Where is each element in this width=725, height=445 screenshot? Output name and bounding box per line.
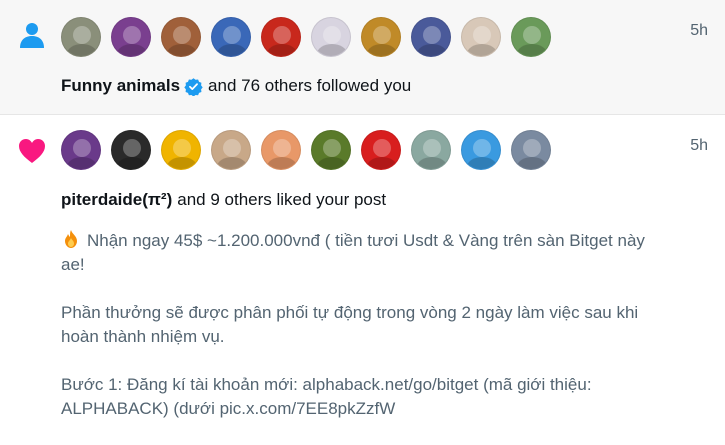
post-paragraph: Bước 1: Đăng kí tài khoản mới: alphaback…	[61, 373, 671, 421]
avatar[interactable]	[511, 130, 551, 170]
timestamp: 5h	[690, 22, 708, 39]
avatar[interactable]	[211, 17, 251, 57]
person-icon	[20, 23, 44, 48]
post-text-line: Nhận ngay 45$ ~1.200.000vnđ ( tiền tươi …	[61, 231, 645, 274]
avatar[interactable]	[361, 130, 401, 170]
notification-summary: piterdaide(π²) and 9 others liked your p…	[61, 190, 386, 210]
actor-name[interactable]: Funny animals	[61, 76, 180, 96]
avatar[interactable]	[511, 17, 551, 57]
avatar[interactable]	[411, 130, 451, 170]
notification-action-text: and 76 others followed you	[208, 76, 412, 95]
avatar[interactable]	[461, 130, 501, 170]
avatar[interactable]	[261, 130, 301, 170]
verified-badge-icon	[184, 77, 203, 96]
avatar[interactable]	[361, 17, 401, 57]
avatar[interactable]	[311, 17, 351, 57]
avatar[interactable]	[311, 130, 351, 170]
avatar[interactable]	[111, 17, 151, 57]
notification-summary: Funny animals and 76 others followed you	[61, 76, 411, 96]
avatar[interactable]	[61, 17, 101, 57]
post-paragraph: Nhận ngay 45$ ~1.200.000vnđ ( tiền tươi …	[61, 229, 671, 277]
avatar[interactable]	[211, 130, 251, 170]
avatar[interactable]	[411, 17, 451, 57]
avatar[interactable]	[111, 130, 151, 170]
avatar[interactable]	[61, 130, 101, 170]
actor-name[interactable]: piterdaide(π²)	[61, 190, 172, 210]
post-text-line: Bước 1: Đăng kí tài khoản mới: alphaback…	[61, 375, 592, 418]
fire-emoji-icon	[65, 230, 77, 248]
avatar[interactable]	[461, 17, 501, 57]
follow-notification[interactable]: 5h Funny animals and 76 others followed …	[0, 0, 725, 115]
avatar[interactable]	[161, 130, 201, 170]
like-notification[interactable]: 5h piterdaide(π²) and 9 others liked you…	[0, 116, 725, 438]
avatar[interactable]	[161, 17, 201, 57]
liker-avatars	[61, 130, 551, 170]
liked-post-preview[interactable]: Nhận ngay 45$ ~1.200.000vnđ ( tiền tươi …	[61, 229, 671, 445]
notification-action-text: and 9 others liked your post	[177, 190, 387, 209]
timestamp: 5h	[690, 137, 708, 154]
post-paragraph: Phần thưởng sẽ được phân phối tự động tr…	[61, 301, 671, 349]
follower-avatars	[61, 17, 551, 57]
avatar[interactable]	[261, 17, 301, 57]
post-text-line: Phần thưởng sẽ được phân phối tự động tr…	[61, 303, 639, 346]
heart-icon	[19, 139, 45, 163]
